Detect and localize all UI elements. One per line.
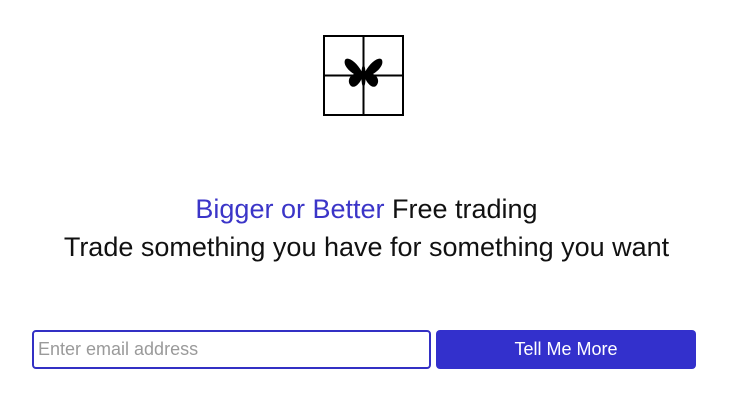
tagline: Trade something you have for something y… xyxy=(63,232,670,262)
logo xyxy=(323,35,404,116)
brand-name: Bigger or Better xyxy=(195,194,385,224)
headline: Bigger or Better Free trading xyxy=(0,192,733,226)
tell-me-more-button[interactable]: Tell Me More xyxy=(436,330,696,369)
landing-page: Bigger or Better Free trading Trade some… xyxy=(0,0,733,409)
gift-box-butterfly-icon xyxy=(323,35,404,116)
headline-suffix: Free trading xyxy=(384,194,538,224)
email-input[interactable] xyxy=(32,330,431,369)
